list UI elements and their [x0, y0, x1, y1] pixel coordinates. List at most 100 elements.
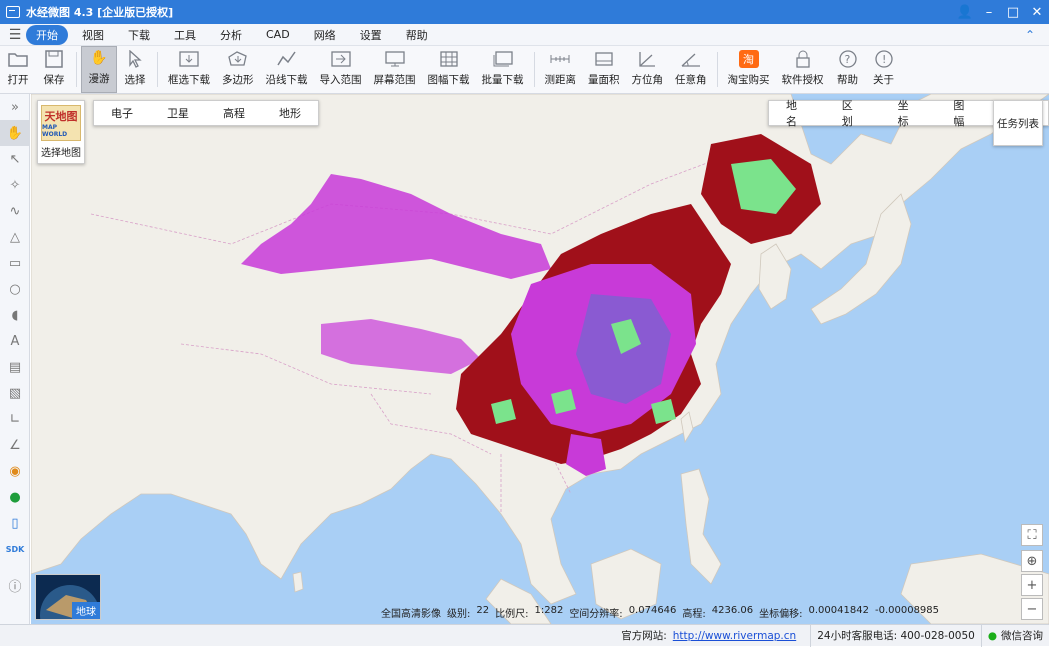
folder-icon: [8, 50, 28, 68]
tab-elevation[interactable]: 高程: [206, 105, 262, 121]
measure-area-label: 量面积: [588, 74, 620, 86]
box-download-icon: [179, 50, 199, 68]
screen-range-button[interactable]: 屏幕范围: [368, 46, 422, 93]
select-button[interactable]: 选择: [117, 46, 153, 93]
measure-distance-label: 测距离: [544, 74, 577, 86]
menu-network[interactable]: 网络: [304, 25, 346, 45]
rail-layer-icon[interactable]: ◉: [0, 458, 30, 484]
locate-icon[interactable]: ⊕: [1021, 550, 1043, 572]
rail-measure-icon[interactable]: ▤: [0, 354, 30, 380]
polygon-icon: [228, 50, 248, 68]
arbitrary-angle-button[interactable]: 任意角: [669, 46, 713, 93]
menu-cad[interactable]: CAD: [256, 26, 300, 43]
fullscreen-icon[interactable]: ⛶: [1021, 524, 1043, 546]
rail-text-icon[interactable]: A: [0, 328, 30, 354]
scale-value: 1:282: [534, 605, 564, 616]
rail-rectangle-icon[interactable]: ▭: [0, 250, 30, 276]
menu-analysis[interactable]: 分析: [210, 25, 252, 45]
measure-distance-button[interactable]: 测距离: [539, 46, 583, 93]
pan-button[interactable]: ✋ 漫游: [81, 46, 117, 93]
elevation-value: 4236.06: [711, 605, 754, 616]
angle-icon: [681, 50, 701, 68]
license-button[interactable]: 软件授权: [776, 46, 830, 93]
map-view[interactable]: 天地图 MAP WORLD 选择地图 电子 卫星 高程 地形 地名 区划 坐标 …: [31, 94, 1049, 624]
rail-azimuth-icon[interactable]: ∟: [0, 406, 30, 432]
resolution-value: 0.074646: [628, 605, 677, 616]
save-button[interactable]: 保存: [36, 46, 72, 93]
tab-divisions[interactable]: 区划: [825, 97, 881, 129]
help-button[interactable]: ? 帮助: [830, 46, 866, 93]
globe-toggle[interactable]: 地球: [35, 574, 101, 620]
line-download-label: 沿线下载: [265, 74, 308, 86]
wechat-consult[interactable]: ● 微信咨询: [980, 624, 1049, 647]
menu-tools[interactable]: 工具: [164, 25, 206, 45]
azimuth-button[interactable]: 方位角: [626, 46, 670, 93]
rail-hand-icon[interactable]: ✋: [0, 120, 30, 146]
measure-area-button[interactable]: 量面积: [582, 46, 626, 93]
rail-circle-icon[interactable]: ○: [0, 276, 30, 302]
rail-line-icon[interactable]: ∿: [0, 198, 30, 224]
user-icon[interactable]: 👤: [953, 5, 977, 20]
expand-rail-icon[interactable]: »: [0, 94, 30, 120]
cursor-icon: [125, 50, 145, 68]
coord-offset-x: 0.00041842: [808, 605, 869, 616]
land-philippines: [680, 468, 722, 585]
zoom-in-button[interactable]: +: [1021, 574, 1043, 596]
rail-sector-icon[interactable]: ◖: [0, 302, 30, 328]
batch-download-button[interactable]: 批量下载: [476, 46, 530, 93]
line-download-button[interactable]: 沿线下载: [260, 46, 314, 93]
maximize-button[interactable]: □: [1001, 5, 1025, 20]
menu-view[interactable]: 视图: [72, 25, 114, 45]
rail-phone-icon[interactable]: ▯: [0, 510, 30, 536]
app-icon: [6, 6, 20, 18]
about-button[interactable]: ! 关于: [866, 46, 902, 93]
sheet-download-button[interactable]: 图幅下载: [422, 46, 476, 93]
import-range-button[interactable]: 导入范围: [314, 46, 368, 93]
status-bar: 官方网站: http://www.rivermap.cn 24小时客服电话: 4…: [0, 624, 1049, 647]
rail-point-icon[interactable]: ✧: [0, 172, 30, 198]
polygon-button[interactable]: 多边形: [216, 46, 260, 93]
menu-settings[interactable]: 设置: [350, 25, 392, 45]
collapse-ribbon-icon[interactable]: ⌃: [1025, 28, 1035, 42]
rail-cursor-icon[interactable]: ↖: [0, 146, 30, 172]
rail-help-icon[interactable]: ⓘ: [0, 572, 30, 598]
tab-satellite[interactable]: 卫星: [150, 105, 206, 121]
minimize-button[interactable]: –: [977, 5, 1001, 20]
tab-sheets[interactable]: 图幅: [936, 97, 992, 129]
rail-link-icon[interactable]: ●: [0, 484, 30, 510]
screen-range-label: 屏幕范围: [373, 74, 416, 86]
coord-offset-label: 坐标偏移:: [759, 609, 803, 620]
site-link[interactable]: http://www.rivermap.cn: [673, 630, 796, 642]
rail-sdk-icon[interactable]: SDK: [0, 536, 30, 562]
map-selector[interactable]: 天地图 MAP WORLD 选择地图: [37, 100, 85, 164]
menu-start[interactable]: 开始: [26, 24, 68, 45]
rail-polygon-icon[interactable]: △: [0, 224, 30, 250]
license-label: 软件授权: [781, 74, 824, 86]
area-icon: [594, 50, 614, 68]
elevation-label: 高程:: [682, 609, 706, 620]
about-label: 关于: [873, 74, 894, 86]
globe-label: 地球: [72, 602, 100, 619]
svg-text:!: !: [882, 53, 886, 66]
menu-help[interactable]: 帮助: [396, 25, 438, 45]
rail-angle-icon[interactable]: ∠: [0, 432, 30, 458]
box-download-button[interactable]: 框选下载: [162, 46, 216, 93]
taobao-button[interactable]: 淘 淘宝购买: [722, 46, 776, 93]
pan-label: 漫游: [88, 73, 110, 85]
sheet-download-label: 图幅下载: [427, 74, 470, 86]
rail-area-icon[interactable]: ▧: [0, 380, 30, 406]
tab-place-names[interactable]: 地名: [769, 97, 825, 129]
open-button[interactable]: 打开: [0, 46, 36, 93]
hamburger-icon[interactable]: ☰: [4, 27, 26, 43]
tab-terrain[interactable]: 地形: [262, 105, 318, 121]
close-button[interactable]: ✕: [1025, 5, 1049, 20]
info-icon: !: [874, 50, 894, 68]
scale-label: 比例尺:: [495, 609, 529, 620]
tab-vector[interactable]: 电子: [94, 105, 150, 121]
map-source-tabs: 电子 卫星 高程 地形: [93, 100, 319, 126]
arbitrary-angle-label: 任意角: [675, 74, 707, 86]
task-list-button[interactable]: 任务列表: [993, 100, 1043, 146]
tab-coordinates[interactable]: 坐标: [881, 97, 937, 129]
zoom-out-button[interactable]: −: [1021, 598, 1043, 620]
menu-download[interactable]: 下载: [118, 25, 160, 45]
